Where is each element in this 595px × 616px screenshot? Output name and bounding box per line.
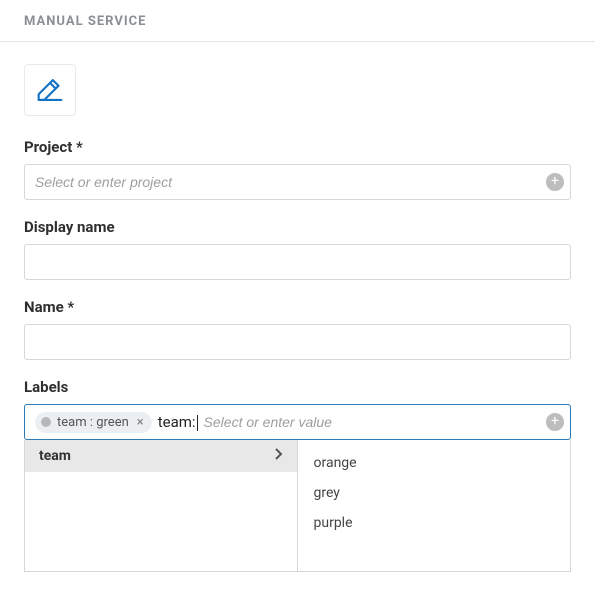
project-input[interactable]	[35, 174, 560, 190]
name-input-wrap[interactable]	[24, 324, 571, 360]
labels-input[interactable]	[204, 414, 540, 430]
field-display-name: Display name	[24, 218, 571, 280]
form-content: Project * Display name Name * Labels tea…	[0, 42, 595, 440]
tag-dot-icon	[41, 417, 51, 427]
labels-suggest-values: orange grey purple	[298, 440, 572, 572]
chevron-right-icon	[275, 448, 283, 464]
display-name-label: Display name	[24, 218, 571, 236]
labels-suggest-value-item[interactable]: orange	[298, 448, 571, 478]
field-project: Project *	[24, 138, 571, 200]
labels-typed-text: team:	[158, 413, 198, 431]
remove-chip-icon[interactable]: ×	[137, 415, 144, 430]
labels-input-wrap[interactable]: team : green × team:	[24, 404, 571, 440]
labels-suggest-key-item[interactable]: team	[25, 440, 297, 472]
page-header: MANUAL SERVICE	[0, 0, 595, 42]
label-chip-text: team : green	[57, 415, 129, 430]
add-label-icon[interactable]	[546, 413, 564, 431]
manual-edit-icon	[33, 73, 67, 107]
project-label: Project *	[24, 138, 571, 156]
labels-suggest-value-item[interactable]: grey	[298, 478, 571, 508]
field-labels: Labels team : green × team: team	[24, 378, 571, 440]
field-name: Name *	[24, 298, 571, 360]
labels-suggest-key-text: team	[39, 448, 71, 464]
add-project-icon[interactable]	[546, 173, 564, 191]
page-title: MANUAL SERVICE	[24, 14, 571, 29]
labels-label: Labels	[24, 378, 571, 396]
name-label: Name *	[24, 298, 571, 316]
labels-suggest-value-item[interactable]: purple	[298, 508, 571, 538]
display-name-input[interactable]	[35, 254, 560, 270]
display-name-input-wrap[interactable]	[24, 244, 571, 280]
name-input[interactable]	[35, 334, 560, 350]
labels-suggest-keys: team	[24, 440, 298, 572]
project-input-wrap[interactable]	[24, 164, 571, 200]
labels-suggest-dropdown: team orange grey purple	[24, 440, 571, 572]
service-type-icon-card	[24, 64, 76, 116]
label-chip: team : green ×	[35, 412, 152, 433]
